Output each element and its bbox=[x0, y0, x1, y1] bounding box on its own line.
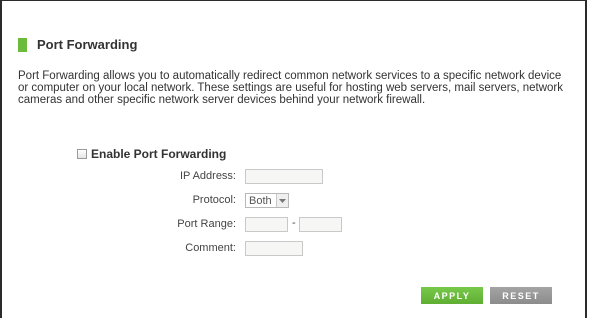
reset-button[interactable]: RESET bbox=[490, 287, 552, 304]
section-title: Port Forwarding bbox=[37, 37, 138, 52]
protocol-select[interactable]: Both bbox=[245, 193, 289, 208]
protocol-select-value: Both bbox=[249, 194, 272, 207]
port-range-separator: - bbox=[292, 217, 296, 229]
chevron-down-icon[interactable] bbox=[276, 194, 288, 207]
section-marker-icon bbox=[18, 38, 27, 52]
section-description: Port Forwarding allows you to automatica… bbox=[18, 70, 563, 106]
protocol-label: Protocol: bbox=[192, 194, 236, 206]
ip-address-input[interactable] bbox=[245, 169, 323, 184]
comment-input[interactable] bbox=[245, 241, 303, 256]
port-range-label: Port Range: bbox=[177, 218, 236, 230]
comment-label: Comment: bbox=[185, 242, 236, 254]
apply-button[interactable]: APPLY bbox=[421, 287, 483, 304]
enable-port-forwarding-row[interactable]: Enable Port Forwarding bbox=[77, 147, 226, 161]
port-range-end-input[interactable] bbox=[299, 217, 342, 232]
ip-address-label: IP Address: bbox=[179, 170, 236, 182]
port-range-start-input[interactable] bbox=[245, 217, 288, 232]
enable-port-forwarding-checkbox[interactable] bbox=[77, 149, 87, 159]
enable-port-forwarding-label[interactable]: Enable Port Forwarding bbox=[91, 147, 226, 161]
